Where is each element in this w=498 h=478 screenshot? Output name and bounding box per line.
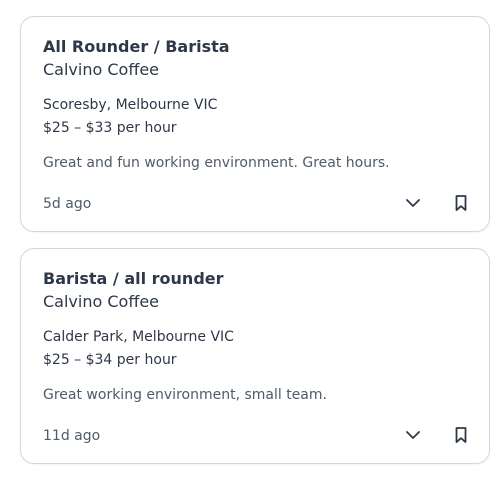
job-card[interactable]: All Rounder / Barista Calvino Coffee Sco…: [20, 16, 490, 232]
job-location: Scoresby, Melbourne VIC: [43, 97, 218, 113]
bookmark-icon: [455, 195, 467, 211]
expand-button[interactable]: [399, 423, 427, 447]
save-job-button[interactable]: [447, 191, 475, 215]
company-name[interactable]: Calvino Coffee: [43, 60, 159, 79]
job-salary: $25 – $33 per hour: [43, 120, 177, 136]
posted-date: 11d ago: [43, 428, 101, 444]
job-list: All Rounder / Barista Calvino Coffee Sco…: [0, 0, 498, 478]
chevron-down-icon: [406, 431, 420, 439]
job-description: Great working environment, small team.: [43, 387, 327, 403]
chevron-down-icon: [406, 199, 420, 207]
expand-button[interactable]: [399, 191, 427, 215]
save-job-button[interactable]: [447, 423, 475, 447]
company-name[interactable]: Calvino Coffee: [43, 292, 159, 311]
bookmark-icon: [455, 427, 467, 443]
job-description: Great and fun working environment. Great…: [43, 155, 390, 171]
job-card[interactable]: Barista / all rounder Calvino Coffee Cal…: [20, 248, 490, 464]
job-salary: $25 – $34 per hour: [43, 352, 177, 368]
job-title[interactable]: Barista / all rounder: [43, 269, 224, 288]
job-title[interactable]: All Rounder / Barista: [43, 37, 230, 56]
job-location: Calder Park, Melbourne VIC: [43, 329, 234, 345]
posted-date: 5d ago: [43, 196, 92, 212]
